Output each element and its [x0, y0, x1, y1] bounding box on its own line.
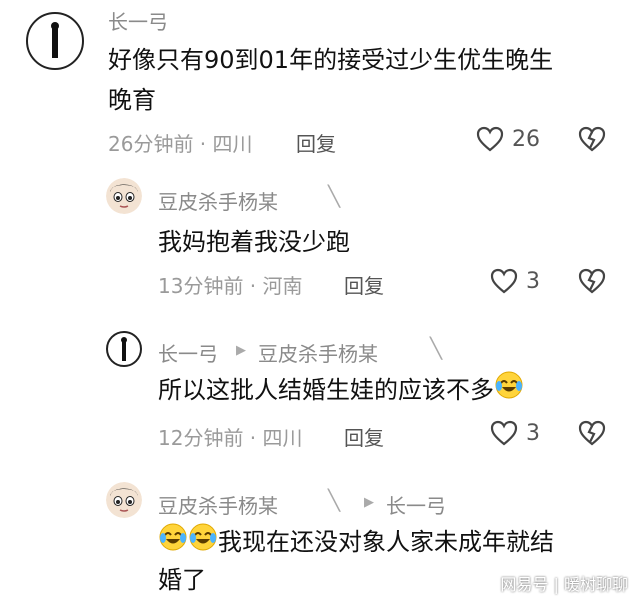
- comment-text: 我现在还没对象人家未成年就结: [158, 522, 554, 564]
- comment-meta: 26分钟前 · 四川: [108, 132, 253, 156]
- broken-heart-icon: [578, 126, 606, 152]
- heart-outline-icon: [476, 126, 504, 152]
- comment-text: 好像只有90到01年的接受过少生优生晚生: [108, 46, 554, 74]
- reply-indicator-icon: ╲: [328, 184, 341, 208]
- heart-outline-icon: [490, 420, 518, 446]
- like-button[interactable]: 3: [490, 268, 540, 294]
- reply-button[interactable]: 回复: [296, 128, 336, 157]
- reply-indicator-icon: ╲: [328, 488, 341, 512]
- laughing-crying-emoji: [494, 370, 524, 412]
- comment-text-line2: 婚了: [158, 566, 206, 594]
- comment-meta: 13分钟前 · 河南: [158, 274, 303, 298]
- like-button[interactable]: 3: [490, 420, 540, 446]
- reply-arrow-icon: ▶: [364, 495, 374, 510]
- cartoon-avatar-icon: [106, 482, 142, 518]
- cartoon-avatar-icon: [106, 178, 142, 214]
- comment-username[interactable]: 豆皮杀手杨某: [158, 186, 278, 215]
- heart-outline-icon: [490, 268, 518, 294]
- silhouette-icon: [121, 337, 127, 361]
- reply-button[interactable]: 回复: [344, 422, 384, 451]
- dislike-button[interactable]: [578, 420, 606, 450]
- laughing-crying-emoji: [188, 522, 218, 564]
- like-button[interactable]: 26: [476, 126, 540, 152]
- dislike-button[interactable]: [578, 126, 606, 156]
- comment-username[interactable]: 豆皮杀手杨某: [158, 490, 278, 519]
- comment-text: 我妈抱着我没少跑: [158, 228, 350, 256]
- comment-meta: 12分钟前 · 四川: [158, 426, 303, 450]
- comment-text-line2: 晚育: [108, 86, 156, 114]
- reply-indicator-icon: ╲: [430, 336, 443, 360]
- broken-heart-icon: [578, 268, 606, 294]
- reply-to-username[interactable]: 豆皮杀手杨某: [258, 338, 378, 367]
- comment-username[interactable]: 长一弓: [158, 338, 218, 367]
- avatar-user-changyigong[interactable]: [106, 331, 142, 367]
- comment-text-content: 所以这批人结婚生娃的应该不多: [158, 376, 494, 404]
- avatar-user-changyigong[interactable]: [26, 12, 84, 70]
- avatar-user-doupi[interactable]: [106, 482, 142, 518]
- like-count: 26: [512, 126, 540, 152]
- like-count: 3: [526, 420, 540, 446]
- laughing-crying-emoji: [158, 522, 188, 564]
- comment-username[interactable]: 长一弓: [108, 6, 168, 35]
- broken-heart-icon: [578, 420, 606, 446]
- comment-text-content: 我现在还没对象人家未成年就结: [218, 528, 554, 556]
- reply-arrow-icon: ▶: [236, 343, 246, 358]
- reply-to-username[interactable]: 长一弓: [386, 490, 446, 519]
- comment-text: 所以这批人结婚生娃的应该不多: [158, 370, 524, 412]
- dislike-button[interactable]: [578, 268, 606, 298]
- like-count: 3: [526, 268, 540, 294]
- avatar-user-doupi[interactable]: [106, 178, 142, 214]
- watermark: 网易号 | 暖树聊聊: [500, 575, 628, 594]
- silhouette-icon: [51, 22, 59, 58]
- reply-button[interactable]: 回复: [344, 270, 384, 299]
